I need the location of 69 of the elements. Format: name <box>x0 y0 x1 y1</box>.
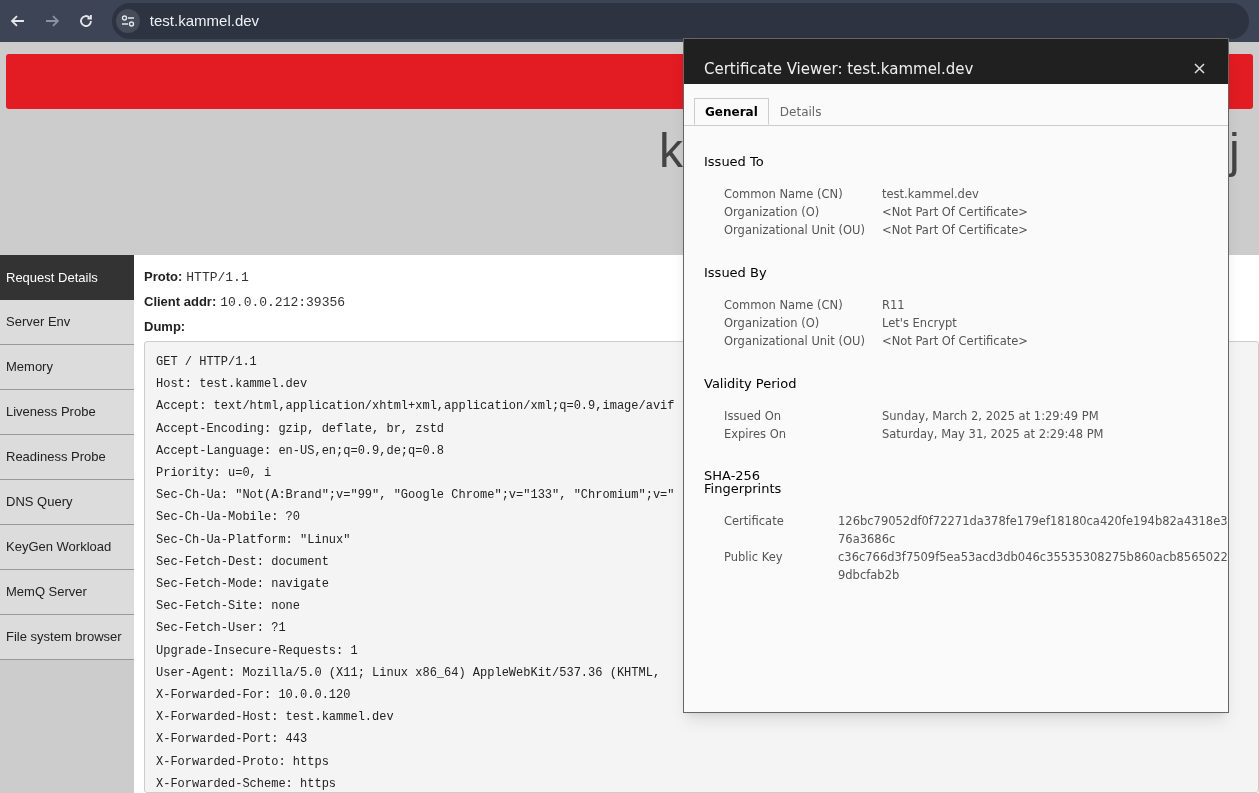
dump-line: Host: test.kammel.dev <box>156 376 308 394</box>
site-settings-icon[interactable] <box>115 9 140 33</box>
close-icon[interactable] <box>1194 63 1205 74</box>
section-heading: SHA-256 Fingerprints <box>704 469 783 495</box>
page-title: j <box>1229 127 1240 175</box>
dump-line: GET / HTTP/1.1 <box>156 354 257 371</box>
field-label: Client addr: <box>144 293 217 311</box>
dialog-tab[interactable]: Details <box>768 98 833 125</box>
sidebar-item[interactable]: Server Env <box>0 300 134 345</box>
dump-line: Accept: text/html,application/xhtml+xml,application/xml;q=0.9,image/avif <box>156 398 675 416</box>
field-label: Proto: <box>144 268 183 286</box>
forward-icon[interactable] <box>43 13 60 29</box>
address-bar[interactable]: test.kammel.dev <box>111 3 1249 39</box>
dump-line: X-Forwarded-For: 10.0.0.120 <box>156 687 351 705</box>
field-label: Expires On <box>724 426 788 443</box>
section-heading: Issued To <box>704 154 765 170</box>
field-value: R11 <box>882 297 905 314</box>
field-label: Certificate <box>724 513 785 530</box>
field-label: Common Name (CN) <box>724 186 844 203</box>
field-value: <Not Part Of Certificate> <box>882 204 1028 221</box>
field-value: HTTP/1.1 <box>186 269 249 287</box>
field-label: Organization (O) <box>724 315 821 332</box>
dump-line: Sec-Ch-Ua-Platform: "Linux" <box>156 531 351 549</box>
dump-line: X-Forwarded-Host: test.kammel.dev <box>156 709 394 727</box>
section-heading: Issued By <box>704 265 768 281</box>
reload-icon[interactable] <box>77 13 94 29</box>
field-label: Organizational Unit (OU) <box>724 222 866 239</box>
field-value: Sunday, March 2, 2025 at 1:29:49 PM <box>882 408 1099 425</box>
dump-line: Upgrade-Insecure-Requests: 1 <box>156 642 358 660</box>
field-value: <Not Part Of Certificate> <box>882 333 1028 350</box>
field-value: <Not Part Of Certificate> <box>882 222 1028 239</box>
sidebar-item[interactable]: File system browser <box>0 615 134 660</box>
sidebar-item[interactable]: Request Details <box>0 255 134 300</box>
sidebar-item[interactable]: Memory <box>0 345 134 390</box>
dump-line: Priority: u=0, i <box>156 465 272 482</box>
field-label: Public Key <box>724 549 784 566</box>
dump-line: Accept-Language: en-US,en;q=0.9,de;q=0.8 <box>156 442 445 460</box>
field-label: Common Name (CN) <box>724 297 844 314</box>
field-value: Let's Encrypt <box>882 315 957 332</box>
field-label: Organization (O) <box>724 204 821 221</box>
sidebar-item[interactable]: Liveness Probe <box>0 390 134 435</box>
dump-line: Sec-Ch-Ua: "Not(A:Brand";v="99", "Google Chrome";v="133", "Chromium";v=" <box>156 487 675 505</box>
fingerprint-value: c36c766d3f7509f5ea53acd3db046c35535308275b860acb8565022 9dbcfab2b <box>838 549 1228 584</box>
dump-line: Accept-Encoding: gzip, deflate, br, zstd <box>156 420 445 438</box>
dump-line: Sec-Fetch-Mode: navigate <box>156 576 329 594</box>
section-heading: Validity Period <box>704 376 798 392</box>
dump-line: Sec-Fetch-Dest: document <box>156 553 329 571</box>
page-title: k <box>659 127 683 175</box>
dialog-tab[interactable]: General <box>694 98 769 125</box>
sidebar-item[interactable]: DNS Query <box>0 480 134 525</box>
dump-line: Sec-Fetch-Site: none <box>156 598 301 616</box>
dump-line: Sec-Fetch-User: ?1 <box>156 620 286 638</box>
field-label: Organizational Unit (OU) <box>724 333 866 350</box>
dump-line: X-Forwarded-Scheme: https <box>156 775 337 792</box>
dump-line: Sec-Ch-Ua-Mobile: ?0 <box>156 509 301 527</box>
dump-label: Dump: <box>144 318 186 336</box>
sidebar-item[interactable]: Readiness Probe <box>0 435 134 480</box>
back-icon[interactable] <box>10 13 26 29</box>
sidebar-item[interactable]: KeyGen Workload <box>0 525 134 570</box>
sidebar-item[interactable]: MemQ Server <box>0 570 134 615</box>
field-label: Issued On <box>724 408 783 425</box>
field-value: 10.0.0.212:39356 <box>220 294 346 312</box>
dialog-title: Certificate Viewer: test.kammel.dev <box>704 58 974 80</box>
field-value: test.kammel.dev <box>882 186 979 203</box>
field-value: Saturday, May 31, 2025 at 2:29:48 PM <box>882 426 1104 443</box>
dump-line: X-Forwarded-Port: 443 <box>156 731 308 749</box>
url-text: test.kammel.dev <box>149 10 260 31</box>
dump-line: X-Forwarded-Proto: https <box>156 753 329 771</box>
dump-line: User-Agent: Mozilla/5.0 (X11; Linux x86_64) AppleWebKit/537.36 (KHTML, <box>156 664 661 682</box>
